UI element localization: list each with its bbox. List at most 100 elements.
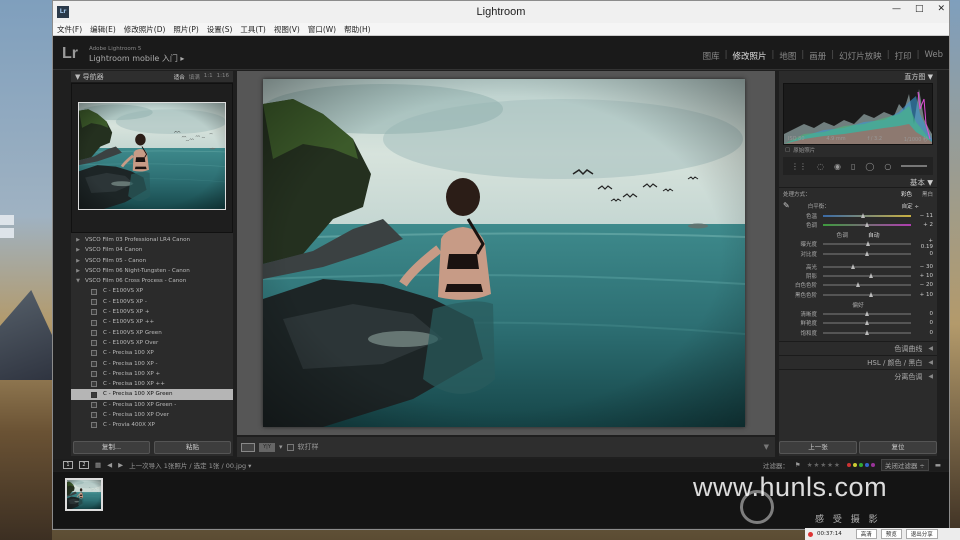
slider-knob[interactable] <box>864 320 869 326</box>
loupe-view-button[interactable] <box>241 442 255 452</box>
preview-button[interactable]: 预览 <box>880 529 902 539</box>
preset-item[interactable]: C - Precisa 100 XP Over <box>71 410 233 420</box>
preset-folder[interactable]: ▶ VSCO Film 03 Professional LR4 Canon <box>71 235 233 245</box>
main-photo[interactable] <box>263 79 745 427</box>
slider-value[interactable]: 0 <box>915 311 934 317</box>
hd-button[interactable]: 高清 <box>855 529 877 539</box>
menu-view[interactable]: 视图(V) <box>274 24 300 35</box>
auto-tone-button[interactable]: 自动 <box>868 230 880 239</box>
slider-value[interactable]: + 10 <box>915 292 933 298</box>
expand-icon[interactable]: ◀ <box>928 373 933 380</box>
module-book[interactable]: 画册 <box>809 50 826 62</box>
preset-item[interactable]: C - E100VS XP ++ <box>71 317 233 327</box>
slider-track[interactable] <box>823 282 911 288</box>
main-window-button[interactable]: 1 <box>63 461 73 469</box>
desktop-icon[interactable] <box>0 215 14 225</box>
section-tone-curve[interactable]: 色调曲线 ◀ <box>779 341 937 355</box>
preset-item[interactable]: C - Precisa 100 XP + <box>71 369 233 379</box>
zoom-1-16[interactable]: 1:16 <box>217 73 229 81</box>
crop-tool-icon[interactable]: ⋮⋮ <box>791 162 807 171</box>
filter-dropdown[interactable]: 关闭过滤器 ÷ <box>880 459 929 471</box>
slider-knob[interactable] <box>851 263 856 269</box>
red-eye-icon[interactable]: ◉ <box>834 162 841 171</box>
minimize-button[interactable]: — <box>892 4 901 14</box>
slider-track[interactable] <box>823 329 911 335</box>
slider-track[interactable] <box>823 291 911 297</box>
eyedropper-icon[interactable]: ✎ <box>783 201 790 210</box>
expand-icon[interactable]: ◀ <box>928 359 933 366</box>
treatment-color[interactable]: 彩色 <box>901 190 912 198</box>
color-label-filter[interactable] <box>846 463 875 467</box>
slider-value[interactable]: 0 <box>915 320 934 326</box>
slider-track[interactable] <box>823 320 911 326</box>
menu-window[interactable]: 窗口(W) <box>308 24 336 35</box>
disclosure-open-icon[interactable]: ▼ <box>71 276 85 286</box>
preset-item[interactable]: C - E100VS XP + <box>71 307 233 317</box>
before-after-dropdown[interactable]: ▾ <box>279 443 283 451</box>
slider-value[interactable]: + 2 <box>915 222 933 228</box>
zoom-1-1[interactable]: 1:1 <box>204 73 213 81</box>
slider-knob[interactable] <box>866 241 871 247</box>
module-map[interactable]: 地图 <box>779 50 796 62</box>
section-hsl[interactable]: HSL / 颜色 / 黑白 ◀ <box>779 355 937 369</box>
preset-folder[interactable]: ▶ VSCO Film 06 Night-Tungsten - Canon <box>71 266 233 276</box>
preset-folder[interactable]: ▶ VSCO Film 04 Canon <box>71 245 233 255</box>
slider-track[interactable] <box>823 241 911 247</box>
wb-dropdown[interactable]: 自定 ÷ <box>902 202 919 210</box>
maximize-button[interactable]: □ <box>915 4 924 14</box>
histogram-header[interactable]: 直方图 ▼ <box>779 71 937 83</box>
slider-track[interactable] <box>823 273 911 279</box>
paste-button[interactable]: 粘贴 <box>154 441 231 454</box>
disclosure-closed-icon[interactable]: ▶ <box>71 235 85 245</box>
slider-knob[interactable] <box>855 282 860 288</box>
slider-value[interactable]: − 11 <box>915 213 933 219</box>
back-arrow-icon[interactable]: ◀ <box>107 461 112 469</box>
slider-track[interactable] <box>823 212 911 218</box>
grid-icon[interactable]: ▦ <box>95 461 101 469</box>
menu-tools[interactable]: 工具(T) <box>240 24 265 35</box>
module-web[interactable]: Web <box>924 50 943 62</box>
slider-knob[interactable] <box>864 311 869 317</box>
spot-removal-icon[interactable]: ◌ <box>817 162 824 171</box>
desktop-icon[interactable] <box>0 228 14 238</box>
slider-value[interactable]: + 0.19 <box>915 238 933 250</box>
original-photo-toggle[interactable]: ▢ 原始照片 <box>779 145 937 155</box>
preset-item[interactable]: C - E100VS XP Green <box>71 328 233 338</box>
preset-item[interactable]: C - Precisa 100 XP - <box>71 359 233 369</box>
navigator-preview[interactable] <box>71 83 233 233</box>
identity-main[interactable]: Lightroom mobile 入门 ▸ <box>89 54 184 64</box>
module-print[interactable]: 打印 <box>895 50 912 62</box>
section-split-toning[interactable]: 分离色调 ◀ <box>779 369 937 383</box>
preset-item[interactable]: C - E100VS XP Over <box>71 338 233 348</box>
slider-track[interactable] <box>823 263 911 269</box>
slider-knob[interactable] <box>865 221 870 227</box>
slider-value[interactable]: − 30 <box>915 264 933 270</box>
treatment-bw[interactable]: 黑白 <box>922 190 933 198</box>
preset-item[interactable]: C - E100VS XP - <box>71 297 233 307</box>
exit-share-button[interactable]: 退出分享 <box>905 529 938 539</box>
close-button[interactable]: ✕ <box>937 4 945 14</box>
slider-track[interactable] <box>823 311 911 317</box>
slider-value[interactable]: 0 <box>915 251 934 257</box>
slider-knob[interactable] <box>864 329 869 335</box>
reset-button[interactable]: 复位 <box>859 441 937 454</box>
copy-button[interactable]: 复制... <box>73 441 150 454</box>
forward-arrow-icon[interactable]: ▶ <box>118 461 123 469</box>
module-slideshow[interactable]: 幻灯片放映 <box>839 50 882 62</box>
filmstrip-thumbnail[interactable] <box>65 478 103 511</box>
preset-folder[interactable]: ▶ VSCO Film 05 - Canon <box>71 256 233 266</box>
menu-photo[interactable]: 照片(P) <box>173 24 198 35</box>
disclosure-closed-icon[interactable]: ▶ <box>71 256 85 266</box>
before-after-button[interactable]: Y|Y <box>259 442 275 452</box>
previous-settings-button[interactable]: 上一张 <box>779 441 857 454</box>
rating-filter[interactable]: ★★★★★ <box>807 461 841 469</box>
toolbar-content-icon[interactable]: ▼ <box>764 443 769 451</box>
softproof-checkbox[interactable] <box>286 443 294 451</box>
filmstrip-path[interactable]: 上一次导入 1张照片 / 选定 1张 / 00.jpg ▾ <box>129 460 251 470</box>
disclosure-closed-icon[interactable]: ▶ <box>71 266 85 276</box>
disclosure-closed-icon[interactable]: ▶ <box>71 245 85 255</box>
navigator-header[interactable]: ▼ 导航器 适合 填满 1:1 1:16 <box>71 71 233 83</box>
slider-knob[interactable] <box>860 212 865 218</box>
adjustment-brush-icon[interactable]: ○ <box>884 162 891 171</box>
tool-slider[interactable] <box>901 165 927 167</box>
